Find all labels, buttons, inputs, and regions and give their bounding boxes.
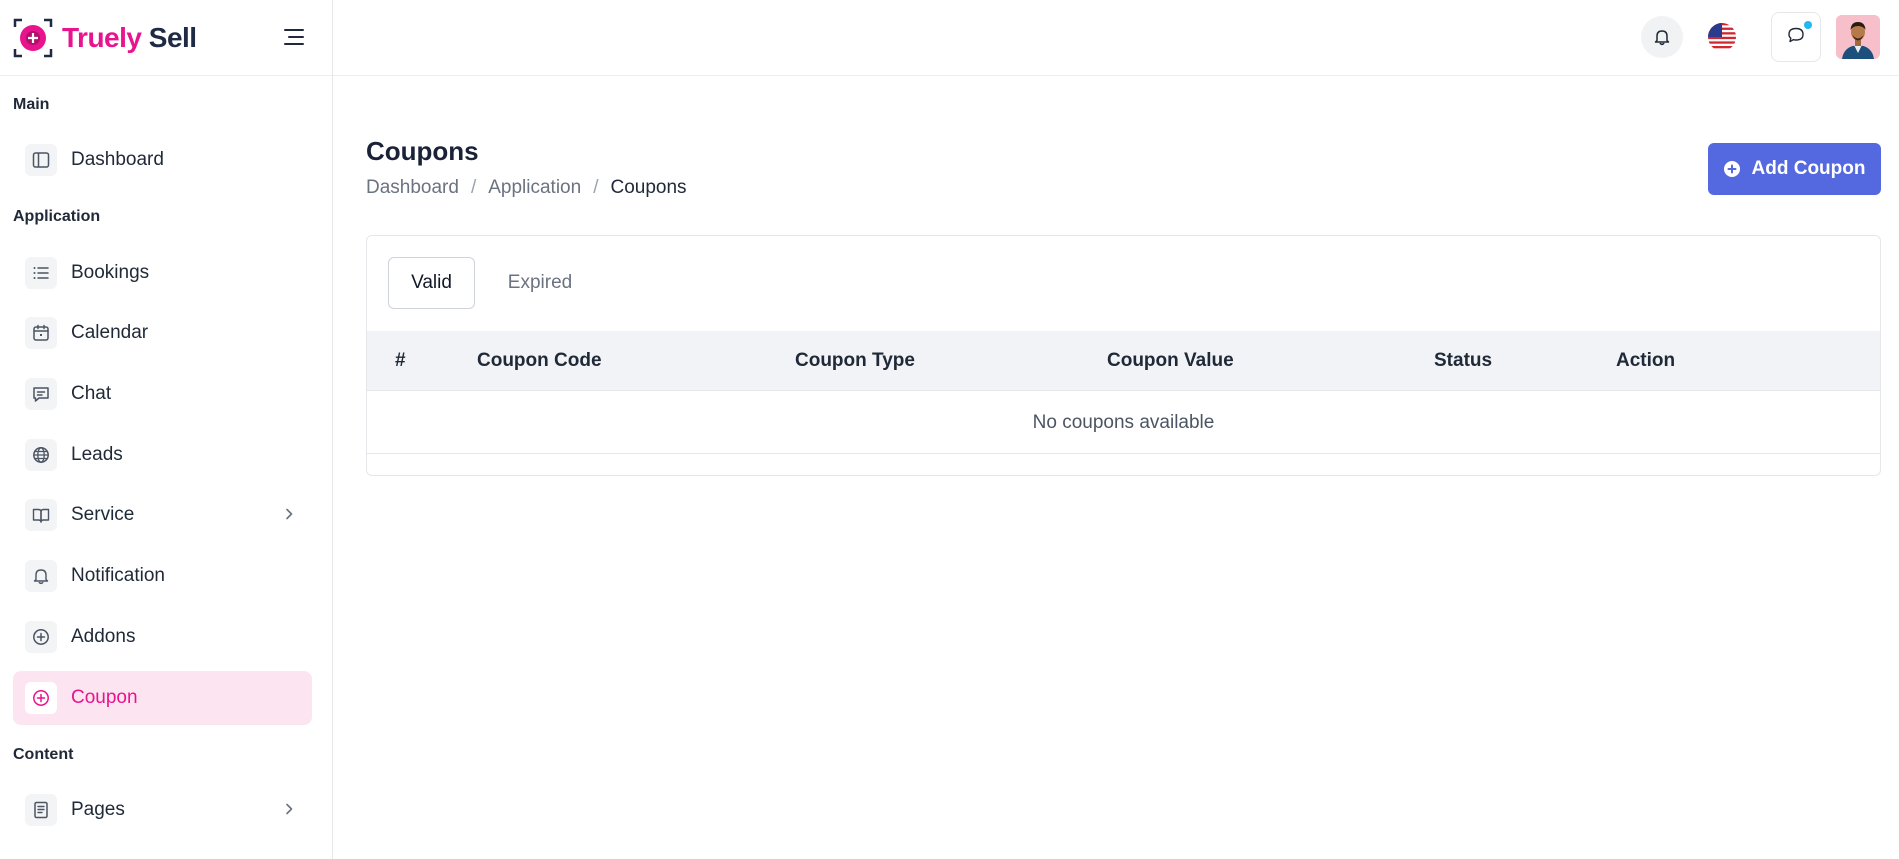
us-flag-icon[interactable] — [1701, 16, 1743, 58]
document-icon — [25, 794, 57, 826]
tab-expired[interactable]: Expired — [475, 257, 605, 309]
sidebar-item-label: Notification — [71, 565, 165, 586]
sidebar-item-service[interactable]: Service — [13, 488, 312, 542]
menu-toggle-icon[interactable] — [284, 28, 304, 46]
sidebar-item-bookings[interactable]: Bookings — [13, 246, 312, 300]
sidebar-item-dashboard[interactable]: Dashboard — [13, 133, 312, 187]
section-title-application: Application — [13, 208, 101, 225]
breadcrumb-current: Coupons — [610, 177, 687, 198]
page-title: Coupons — [366, 136, 479, 166]
column-header-status[interactable]: Status — [1434, 331, 1492, 391]
sidebar-item-label: Addons — [71, 626, 136, 647]
sidebar-item-pages[interactable]: Pages — [13, 783, 312, 837]
section-title-content: Content — [13, 746, 74, 763]
brand-name: Truely Sell — [62, 22, 197, 54]
brand-name-part2: Sell — [141, 21, 197, 53]
sidebar-item-label: Leads — [71, 444, 123, 465]
tab-valid[interactable]: Valid — [388, 257, 475, 309]
chevron-right-icon — [282, 507, 296, 521]
sidebar-item-notification[interactable]: Notification — [13, 549, 312, 603]
sidebar-item-coupon[interactable]: Coupon — [13, 671, 312, 725]
add-coupon-button[interactable]: Add Coupon — [1708, 143, 1881, 195]
sidebar-item-chat[interactable]: Chat — [13, 367, 312, 421]
brand-name-part1: Truely — [62, 21, 142, 53]
breadcrumb-separator: / — [470, 177, 477, 198]
brand: Truely Sell — [0, 0, 332, 76]
chevron-right-icon — [282, 802, 296, 816]
breadcrumb-dashboard[interactable]: Dashboard — [366, 177, 459, 199]
plus-circle-icon — [25, 682, 57, 714]
globe-icon — [25, 439, 57, 471]
empty-state-message: No coupons available — [367, 391, 1880, 454]
sidebar-item-label: Calendar — [71, 322, 149, 343]
plus-circle-icon — [25, 621, 57, 653]
bell-icon — [25, 560, 57, 592]
add-coupon-label: Add Coupon — [1751, 158, 1866, 179]
coupon-tabs: Valid Expired — [388, 257, 605, 309]
sidebar-item-leads[interactable]: Leads — [13, 428, 312, 482]
avatar[interactable] — [1836, 15, 1880, 59]
sidebar-item-calendar[interactable]: Calendar — [13, 306, 312, 360]
top-header — [333, 0, 1899, 76]
section-title-main: Main — [13, 96, 50, 113]
sidebar-item-label: Chat — [71, 383, 112, 404]
column-header-action: Action — [1616, 350, 1676, 371]
book-icon — [25, 499, 57, 531]
breadcrumb-application[interactable]: Application — [488, 177, 581, 199]
list-icon — [25, 257, 57, 289]
unread-indicator — [1804, 21, 1812, 29]
logo-icon — [12, 17, 54, 59]
plus-circle-icon — [1723, 161, 1740, 177]
column-header-coupon-value[interactable]: Coupon Value — [1107, 331, 1234, 391]
notification-bell-icon[interactable] — [1641, 16, 1683, 58]
sidebar-item-addons[interactable]: Addons — [13, 610, 312, 664]
breadcrumb-separator: / — [593, 177, 599, 198]
chat-icon — [1787, 26, 1805, 49]
calendar-icon — [25, 317, 57, 349]
column-header-coupon-code[interactable]: Coupon Code — [477, 331, 602, 391]
message-icon — [25, 378, 57, 410]
table-header: # Coupon Code Coupon Type Coupon Value S… — [367, 331, 1880, 391]
sidebar-item-label: Service — [71, 504, 135, 525]
column-header-coupon-type[interactable]: Coupon Type — [795, 331, 915, 391]
sidebar-panel-icon — [25, 144, 57, 176]
sidebar-item-label: Coupon — [71, 687, 138, 708]
sidebar-item-label: Bookings — [71, 262, 150, 283]
coupons-card: Valid Expired # Coupon Code Coupon Type … — [366, 235, 1881, 476]
sidebar-item-label: Pages — [71, 799, 125, 820]
breadcrumb: Dashboard / Application / Coupons — [366, 177, 687, 199]
sidebar: Truely Sell Main Dashboard Application B… — [0, 0, 333, 859]
sidebar-item-label: Dashboard — [71, 149, 164, 170]
chat-button[interactable] — [1771, 12, 1821, 62]
column-header-index: # — [395, 350, 406, 371]
